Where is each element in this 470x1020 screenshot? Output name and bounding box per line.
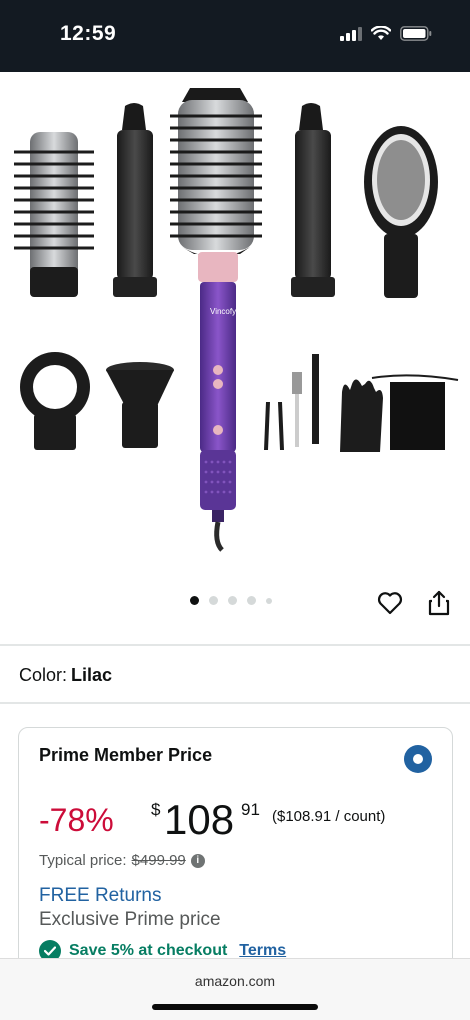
typical-price-value: $499.99 <box>131 852 186 869</box>
heart-icon <box>377 592 403 615</box>
url-bar[interactable]: amazon.com <box>0 973 470 989</box>
carousel-dot[interactable] <box>209 596 218 605</box>
wifi-icon <box>371 26 391 40</box>
concentrator-attachment <box>106 362 174 448</box>
typical-price-label: Typical price: <box>39 852 127 869</box>
diffuser-attachment <box>20 352 90 450</box>
share-button[interactable] <box>424 588 454 618</box>
cleaning-brush <box>292 372 302 447</box>
carousel-dot[interactable] <box>247 596 256 605</box>
hair-clips <box>264 402 284 450</box>
storage-bag <box>371 374 459 450</box>
round-brush-attachment <box>14 132 94 297</box>
hair-dryer-brush-device: Vincofy <box>170 88 262 552</box>
device-brand-text: Vincofy <box>210 307 236 316</box>
price-currency: $ <box>151 800 161 819</box>
status-icons <box>340 26 432 41</box>
comb <box>312 354 319 444</box>
carousel-dot[interactable] <box>266 597 272 604</box>
battery-icon <box>400 26 432 41</box>
browser-bottom-bar: amazon.com <box>0 958 470 1020</box>
product-image-gallery[interactable]: Vincofy <box>0 72 470 572</box>
carousel-dot[interactable] <box>190 596 199 605</box>
free-returns-link[interactable]: FREE Returns <box>39 885 161 907</box>
color-value: Lilac <box>71 665 113 685</box>
home-indicator[interactable] <box>152 1004 318 1010</box>
price-whole: 108 <box>164 796 235 843</box>
info-icon[interactable]: i <box>190 853 205 868</box>
heat-resistant-glove <box>340 379 383 452</box>
exclusive-prime-text: Exclusive Prime price <box>39 909 221 930</box>
curling-barrel-attachment <box>291 103 335 297</box>
price-block: -78% $ 108 91 ($108.91 / count) <box>39 796 439 846</box>
price-per-unit: ($108.91 / count) <box>272 808 386 825</box>
curling-barrel-attachment <box>113 103 157 297</box>
divider <box>0 702 470 704</box>
color-label: Color: <box>19 665 68 685</box>
divider <box>0 644 470 646</box>
prime-price-title: Prime Member Price <box>39 745 213 765</box>
carousel-dot[interactable] <box>228 596 237 605</box>
carousel-indicator[interactable] <box>190 596 272 605</box>
status-bar: 12:59 <box>0 0 470 72</box>
prime-price-option[interactable]: Prime Member Price -78% $ 108 91 ($108.9… <box>18 727 453 987</box>
discount-percent: -78% <box>39 802 114 838</box>
price-fraction: 91 <box>241 800 260 819</box>
typical-price: Typical price: $499.99 i <box>39 852 205 869</box>
product-image: Vincofy <box>14 88 459 552</box>
share-icon <box>428 590 450 616</box>
paddle-brush-attachment <box>364 126 438 298</box>
wishlist-button[interactable] <box>375 588 405 618</box>
cellular-signal-icon <box>340 26 362 41</box>
status-time: 12:59 <box>60 22 117 45</box>
prime-price-radio[interactable] <box>404 745 432 773</box>
color-selector[interactable]: Color: Lilac <box>19 665 112 686</box>
